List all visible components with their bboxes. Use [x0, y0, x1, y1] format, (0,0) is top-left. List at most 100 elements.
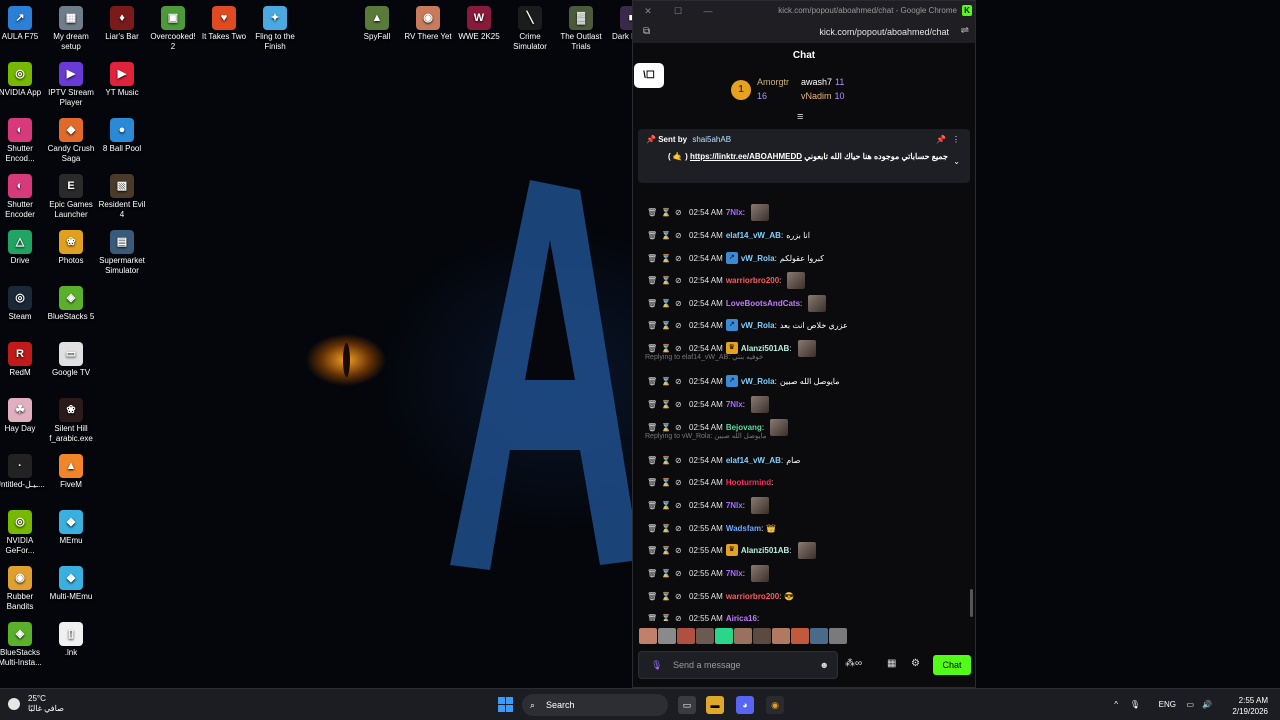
ban-icon[interactable]: ⊘: [675, 344, 689, 353]
address-bar[interactable]: ⧉ kick.com/popout/aboahmed/chat ⇌: [633, 21, 975, 43]
desktop-icon[interactable]: R RedM: [0, 340, 46, 378]
gift-leaderboard[interactable]: 1 Amorgtr 16 awash7 11 vNadim 10: [731, 75, 881, 107]
quick-emote[interactable]: [772, 628, 790, 644]
message-username[interactable]: elaf14_vW_AB: [726, 231, 781, 240]
delete-icon[interactable]: 🗑: [647, 400, 661, 409]
ban-icon[interactable]: ⊘: [675, 321, 689, 330]
desktop-icon[interactable]: ◆ Candy Crush Saga: [45, 116, 97, 164]
desktop-icon[interactable]: ◈ BlueStacks Multi-Insta...: [0, 620, 46, 668]
volume-icon[interactable]: 🔊: [1202, 700, 1212, 709]
chat-message[interactable]: 🗑 ⌛ ⊘ 02:54 AM 7Nlx:: [647, 496, 769, 514]
delete-icon[interactable]: 🗑: [647, 423, 661, 432]
desktop-icon[interactable]: ▯ .lnk: [45, 620, 97, 658]
tune-icon[interactable]: ⇌: [961, 25, 969, 36]
chat-message[interactable]: 🗑 ⌛ ⊘ 02:54 AM 7Nlx:: [647, 395, 769, 413]
message-username[interactable]: LoveBootsAndCats: [726, 299, 800, 308]
pinned-link[interactable]: https://linktr.ee/ABOAHMEDD: [690, 152, 802, 161]
timeout-icon[interactable]: ⌛: [661, 299, 675, 308]
timeout-icon[interactable]: ⌛: [661, 208, 675, 217]
taskbar-clock[interactable]: 2:55 AM 2/19/2026: [1232, 695, 1268, 717]
quick-emote[interactable]: [639, 628, 657, 644]
message-username[interactable]: Alanzi501AB: [741, 546, 789, 555]
delete-icon[interactable]: 🗑: [647, 501, 661, 510]
timeout-icon[interactable]: ⌛: [661, 546, 675, 555]
desktop-icon[interactable]: · Untitled-ـيـل...: [0, 452, 46, 490]
chat-message[interactable]: 🗑 ⌛ ⊘ 02:55 AM ♛ Alanzi501AB:: [647, 541, 816, 559]
task-view-icon[interactable]: ▭: [678, 696, 696, 714]
chat-message[interactable]: 🗑 ⌛ ⊘ 02:55 AM warriorbro200: 😎: [647, 587, 794, 605]
filter-icon[interactable]: ≡: [797, 111, 803, 123]
close-window-icon[interactable]: ✕: [633, 6, 663, 17]
desktop-icon[interactable]: ▦ My dream setup: [45, 4, 97, 52]
timeout-icon[interactable]: ⌛: [661, 231, 675, 240]
ban-icon[interactable]: ⊘: [675, 400, 689, 409]
timeout-icon[interactable]: ⌛: [661, 276, 675, 285]
chat-message[interactable]: 🗑 ⌛ ⊘ 02:54 AM LoveBootsAndCats:: [647, 294, 827, 312]
message-username[interactable]: warriorbro200: [726, 592, 779, 601]
timeout-icon[interactable]: ⌛: [661, 478, 675, 487]
chat-message[interactable]: 🗑 ⌛ ⊘ 02:54 AM 7Nlx:: [647, 203, 769, 221]
chat-message[interactable]: 🗑 ⌛ ⊘ 02:54 AM ↗ vW_Rola: عزري خلاص انت بعد: [647, 316, 848, 334]
delete-icon[interactable]: 🗑: [647, 524, 661, 533]
quick-emote[interactable]: [677, 628, 695, 644]
desktop-icon[interactable]: ◉ Rubber Bandits: [0, 564, 46, 612]
message-username[interactable]: Hooturmind: [726, 478, 771, 487]
ban-icon[interactable]: ⊘: [675, 208, 689, 217]
ban-icon[interactable]: ⊘: [675, 254, 689, 263]
desktop-icon[interactable]: ▲ FiveM: [45, 452, 97, 490]
timeout-icon[interactable]: ⌛: [661, 524, 675, 533]
ban-icon[interactable]: ⊘: [675, 546, 689, 555]
desktop-icon[interactable]: ♥ It Takes Two: [198, 4, 250, 42]
desktop-icon[interactable]: ◉ RV There Yet: [402, 4, 454, 42]
desktop-icon[interactable]: ◎ NVIDIA App: [0, 60, 46, 98]
delete-icon[interactable]: 🗑: [647, 344, 661, 353]
desktop-icon[interactable]: ▧ Resident Evil 4: [96, 172, 148, 220]
discord-icon[interactable]: ◕: [736, 696, 754, 714]
ban-icon[interactable]: ⊘: [675, 231, 689, 240]
timeout-icon[interactable]: ⌛: [661, 423, 675, 432]
desktop-icon[interactable]: ↗ AULA F75: [0, 4, 46, 42]
site-info-icon[interactable]: ⧉: [643, 26, 650, 37]
desktop-icon[interactable]: ❀ Silent Hill f_arabic.exe: [45, 396, 97, 444]
send-chat-button[interactable]: Chat: [933, 655, 971, 675]
pin-icon[interactable]: 📌: [936, 135, 946, 144]
desktop-icon[interactable]: △ Drive: [0, 228, 46, 266]
delete-icon[interactable]: 🗑: [647, 231, 661, 240]
timeout-icon[interactable]: ⌛: [661, 344, 675, 353]
timeout-icon[interactable]: ⌛: [661, 400, 675, 409]
message-username[interactable]: vW_Rola: [741, 254, 775, 263]
ban-icon[interactable]: ⊘: [675, 478, 689, 487]
tray-mic-icon[interactable]: 🎙: [1130, 700, 1140, 709]
chat-message[interactable]: 🗑 ⌛ ⊘ 02:55 AM Wadsfam: 👑: [647, 519, 776, 537]
desktop-icon[interactable]: ◆ MEmu: [45, 508, 97, 546]
desktop-icon[interactable]: ▭ Google TV: [45, 340, 97, 378]
desktop-icon[interactable]: ● 8 Ball Pool: [96, 116, 148, 154]
quick-emote[interactable]: [753, 628, 771, 644]
quick-emote[interactable]: [734, 628, 752, 644]
store-icon[interactable]: ▦: [887, 658, 896, 669]
reply-context[interactable]: Replying to vW_Rola: مايوصل الله صبين: [645, 432, 767, 440]
timeout-icon[interactable]: ⌛: [661, 614, 675, 622]
desktop-icon[interactable]: ╲ Crime Simulator: [504, 4, 556, 52]
ban-icon[interactable]: ⊘: [675, 299, 689, 308]
timeout-icon[interactable]: ⌛: [661, 321, 675, 330]
chat-message[interactable]: 🗑 ⌛ ⊘ 02:55 AM 7Nlx:: [647, 564, 769, 582]
message-username[interactable]: 7Nlx: [726, 208, 743, 217]
desktop-icon[interactable]: ◐ Shutter Encoder: [0, 172, 46, 220]
timeout-icon[interactable]: ⌛: [661, 501, 675, 510]
message-username[interactable]: warriorbro200: [726, 276, 779, 285]
chat-message[interactable]: 🗑 ⌛ ⊘ 02:54 AM elaf14_vW_AB: انا بزره: [647, 226, 810, 244]
tray-chevron-up-icon[interactable]: ^: [1114, 700, 1118, 709]
desktop-icon[interactable]: ▤ Supermarket Simulator: [96, 228, 148, 276]
chat-message[interactable]: 🗑 ⌛ ⊘ 02:54 AM ↗ vW_Rola: كبروا عقولكم: [647, 249, 824, 267]
quick-emote[interactable]: [810, 628, 828, 644]
desktop-icon[interactable]: ❀ Photos: [45, 228, 97, 266]
desktop-icon[interactable]: ◎ Steam: [0, 284, 46, 322]
quick-emote[interactable]: [791, 628, 809, 644]
desktop-icon[interactable]: W WWE 2K25: [453, 4, 505, 42]
delete-icon[interactable]: 🗑: [647, 478, 661, 487]
desktop-icon[interactable]: ▲ SpyFall: [351, 4, 403, 42]
message-input[interactable]: [673, 660, 813, 670]
message-username[interactable]: vW_Rola: [741, 321, 775, 330]
desktop-icon[interactable]: ✦ Fling to the Finish: [249, 4, 301, 52]
